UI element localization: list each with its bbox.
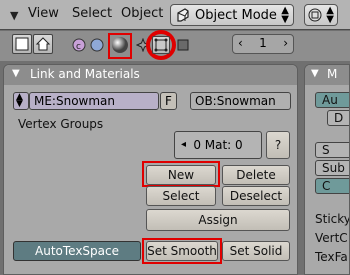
pivot-icon <box>308 8 322 22</box>
mode-select[interactable]: Object Mode ▲ ▼ <box>170 4 294 26</box>
new-button[interactable]: New <box>146 165 216 185</box>
autotexspace-toggle[interactable]: AutoTexSpace <box>13 241 141 261</box>
svg-text:c: c <box>76 42 81 52</box>
lamp-icon[interactable] <box>90 38 104 52</box>
sticky-label: Sticky <box>315 212 350 226</box>
mesh-panel-partial: ▼ M Au D S Sub C Sticky VertC TexFa <box>304 64 350 275</box>
sphere-shading-icon[interactable] <box>111 36 129 54</box>
vertex-groups-label: Vertex Groups <box>18 117 104 131</box>
viewport-shading-select[interactable]: ▲ ▼ <box>304 4 338 26</box>
degr-field[interactable]: D <box>327 110 349 126</box>
home-button[interactable] <box>33 34 53 54</box>
assign-button[interactable]: Assign <box>146 209 290 231</box>
texface-label: TexFa <box>315 250 348 264</box>
link-and-materials-panel: ▼ Link and Materials ▲ ▼ ME:Snowman F OB:… <box>3 64 298 275</box>
scene-icon[interactable] <box>176 38 190 52</box>
help-button[interactable]: ? <box>266 131 290 159</box>
menu-view[interactable]: View <box>28 6 59 21</box>
window-type-button[interactable] <box>12 34 32 54</box>
home-icon <box>35 37 51 51</box>
window-icon <box>15 37 29 51</box>
deselect-button[interactable]: Deselect <box>222 186 290 206</box>
mesh-name-field[interactable]: ME:Snowman <box>29 92 159 110</box>
material-index-field[interactable]: ◂ 0 Mat: 0 <box>174 131 262 159</box>
delete-button[interactable]: Delete <box>222 165 290 185</box>
panel-title: M <box>327 67 338 81</box>
set-smooth-button[interactable]: Set Smooth <box>146 241 218 261</box>
panel-header[interactable]: ▼ Link and Materials <box>4 65 297 85</box>
menu-object[interactable]: Object <box>121 6 163 21</box>
increment-icon[interactable]: › <box>283 36 288 50</box>
updown-arrows-icon: ▲ ▼ <box>326 5 334 25</box>
editing-icon <box>154 38 168 52</box>
buttons-window-toolbar: c ‹ 1 › <box>0 30 350 61</box>
panel-header[interactable]: ▼ M <box>305 65 349 85</box>
mesh-browse-button[interactable]: ▲ ▼ <box>13 92 29 110</box>
collapse-triangle-icon[interactable]: ▼ <box>12 68 20 79</box>
layer-page-field[interactable]: ‹ 1 › <box>232 34 294 54</box>
mode-select-value: Object Mode <box>195 7 277 23</box>
select-button[interactable]: Select <box>146 186 216 206</box>
fake-user-button[interactable]: F <box>160 92 177 110</box>
center-button[interactable]: C <box>315 178 349 194</box>
decrement-icon[interactable]: ◂ <box>181 132 186 158</box>
header-bar: ▼ View Select Object Object Mode ▲ ▼ ▲ ▼ <box>0 0 350 30</box>
menu-select[interactable]: Select <box>72 6 112 21</box>
header-collapse-icon[interactable]: ▼ <box>10 9 18 22</box>
subsurf-toggle[interactable]: S <box>315 142 349 158</box>
material-index-value: 0 Mat: 0 <box>193 138 243 152</box>
auto-smooth-toggle[interactable]: Au <box>315 92 349 108</box>
collapse-triangle-icon[interactable]: ▼ <box>311 68 319 79</box>
material-icon[interactable]: c <box>72 38 86 52</box>
set-solid-button[interactable]: Set Solid <box>222 241 290 261</box>
vertcol-label: VertC <box>315 231 348 245</box>
browse-arrows-icon: ▲ ▼ <box>16 92 23 109</box>
updown-arrows-icon: ▲ ▼ <box>281 5 289 25</box>
panel-title: Link and Materials <box>30 67 140 81</box>
object-name-field[interactable]: OB:Snowman <box>190 92 291 110</box>
object-mode-icon <box>177 8 189 22</box>
editing-button[interactable] <box>152 36 170 54</box>
subdivision-type-select[interactable]: Sub <box>315 160 349 176</box>
